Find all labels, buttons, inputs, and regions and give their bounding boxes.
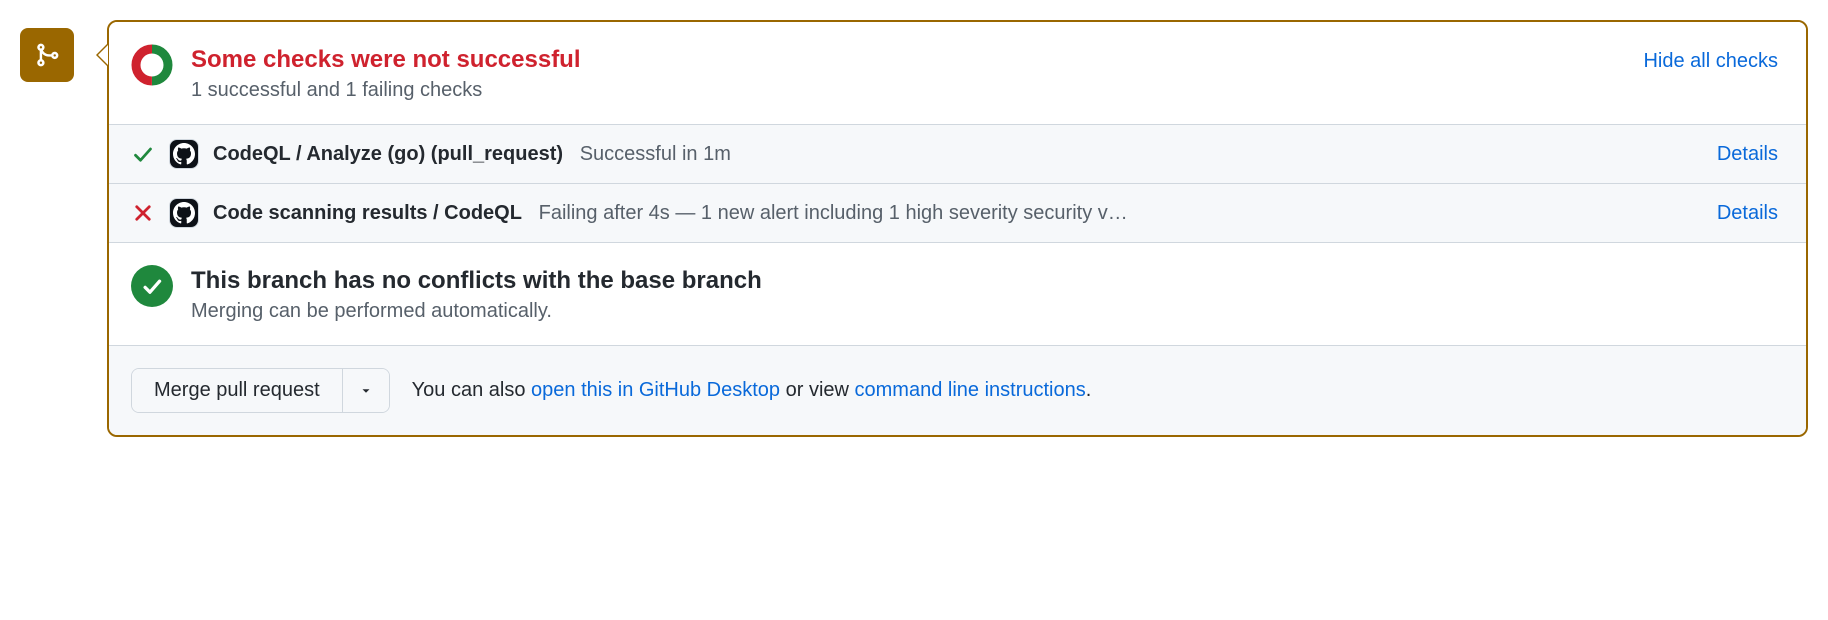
merge-footer: Merge pull request You can also open thi… [109,345,1806,435]
footer-prefix: You can also [412,379,531,401]
merge-status-box: Some checks were not successful 1 succes… [107,20,1808,437]
github-actions-avatar [169,139,199,169]
check-failure-icon [131,203,155,223]
footer-mid: or view [780,379,854,401]
merge-ok-icon [131,265,173,307]
check-row: CodeQL / Analyze (go) (pull_request) Suc… [109,125,1806,184]
footer-suffix: . [1086,379,1092,401]
checks-list: CodeQL / Analyze (go) (pull_request) Suc… [109,124,1806,243]
check-row: Code scanning results / CodeQL Failing a… [109,184,1806,242]
merge-button-group: Merge pull request [131,368,390,413]
conflict-title: This branch has no conflicts with the ba… [191,265,1778,296]
checks-summary-subtitle: 1 successful and 1 failing checks [191,79,1625,102]
merge-pull-request-button[interactable]: Merge pull request [132,369,342,412]
github-actions-avatar [169,198,199,228]
merge-alt-text: You can also open this in GitHub Desktop… [412,379,1092,402]
command-line-instructions-link[interactable]: command line instructions [855,379,1086,401]
speech-pointer [96,43,108,67]
timeline-git-merge-badge [20,28,74,82]
git-merge-icon [34,42,60,68]
check-details-link[interactable]: Details [1717,143,1778,166]
caret-down-icon [359,384,373,398]
check-name: CodeQL / Analyze (go) (pull_request) [213,143,563,165]
check-text: CodeQL / Analyze (go) (pull_request) Suc… [213,143,1703,166]
merge-conflict-section: This branch has no conflicts with the ba… [109,243,1806,345]
conflict-subtitle: Merging can be performed automatically. [191,300,1778,323]
status-donut-icon [131,44,173,86]
check-detail: Successful in 1m [580,143,731,165]
checks-summary-header: Some checks were not successful 1 succes… [109,22,1806,124]
check-detail: Failing after 4s — 1 new alert including… [539,202,1128,224]
check-details-link[interactable]: Details [1717,202,1778,225]
check-name: Code scanning results / CodeQL [213,202,522,224]
check-text: Code scanning results / CodeQL Failing a… [213,202,1703,225]
checks-summary-title: Some checks were not successful [191,44,1625,75]
github-icon [173,202,195,224]
open-github-desktop-link[interactable]: open this in GitHub Desktop [531,379,780,401]
toggle-checks-link[interactable]: Hide all checks [1643,50,1778,73]
check-success-icon [131,144,155,164]
merge-options-caret[interactable] [342,369,389,412]
github-icon [173,143,195,165]
